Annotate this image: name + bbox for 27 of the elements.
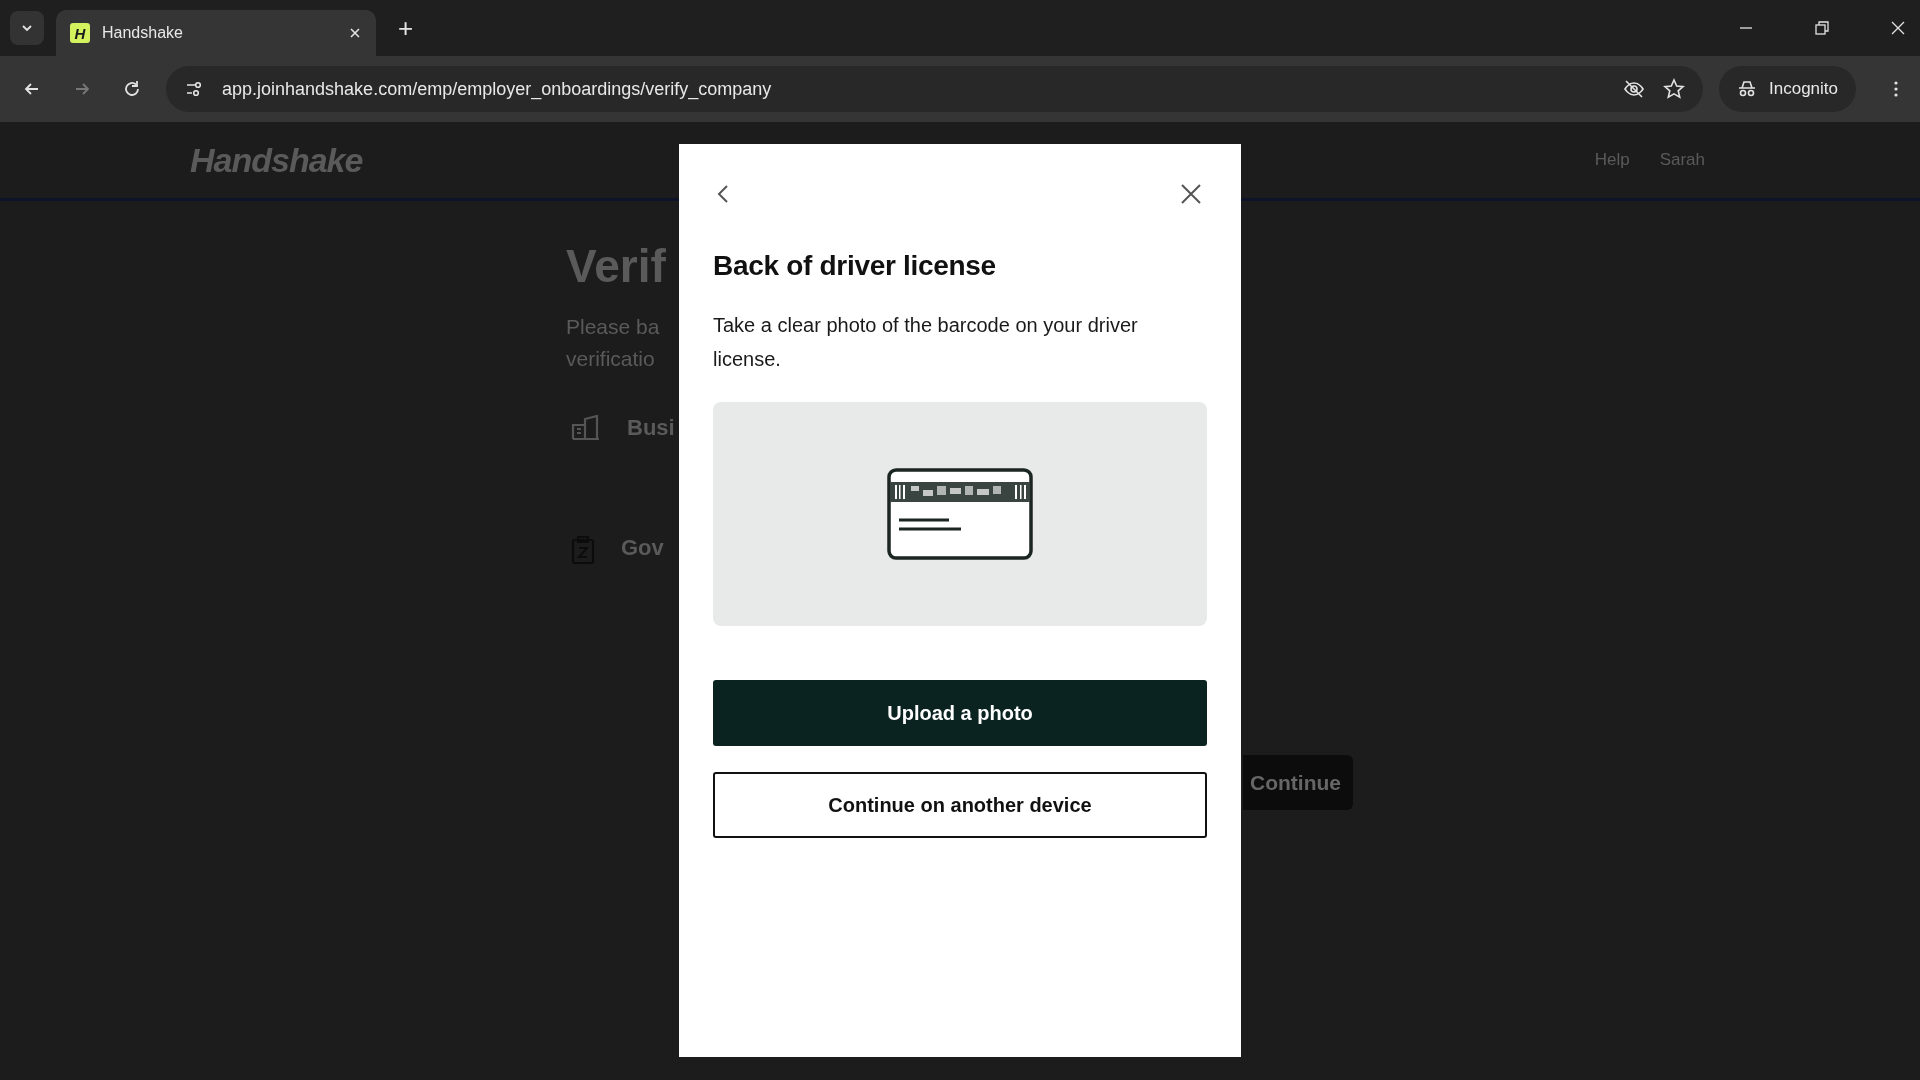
close-icon[interactable] xyxy=(348,26,362,40)
address-bar[interactable]: app.joinhandshake.com/emp/employer_onboardings/verify_company xyxy=(166,66,1703,112)
option-title: Busi xyxy=(627,415,675,441)
intro-text: verificatio xyxy=(566,346,655,372)
star-icon[interactable] xyxy=(1663,78,1685,100)
tab-title: Handshake xyxy=(102,24,184,42)
option-title: Gov xyxy=(621,535,664,561)
incognito-button[interactable]: Incognito xyxy=(1719,66,1856,112)
intro-text: Please ba xyxy=(566,314,660,340)
modal-description: Take a clear photo of the barcode on your driver license. xyxy=(713,313,1139,372)
new-tab-button[interactable]: + xyxy=(392,11,420,45)
page-heading: Verif xyxy=(566,239,666,293)
incognito-icon xyxy=(1737,79,1757,99)
modal-title: Back of driver license xyxy=(713,250,997,282)
site-settings-icon[interactable] xyxy=(184,79,204,99)
building-icon xyxy=(571,415,601,441)
restore-icon[interactable] xyxy=(1814,20,1830,36)
upload-photo-button[interactable]: Upload a photo xyxy=(713,680,1207,746)
eye-off-icon[interactable] xyxy=(1623,78,1645,100)
reload-icon[interactable] xyxy=(122,79,142,99)
continue-other-device-button[interactable]: Continue on another device xyxy=(713,772,1207,838)
url-text: app.joinhandshake.com/emp/employer_onboardings/verify_company xyxy=(222,78,772,100)
tab-search-button[interactable] xyxy=(10,11,44,45)
favicon: H xyxy=(70,23,90,43)
close-icon[interactable] xyxy=(1890,20,1906,36)
browser-tab[interactable]: H Handshake xyxy=(56,10,376,56)
close-icon[interactable] xyxy=(1179,182,1203,206)
